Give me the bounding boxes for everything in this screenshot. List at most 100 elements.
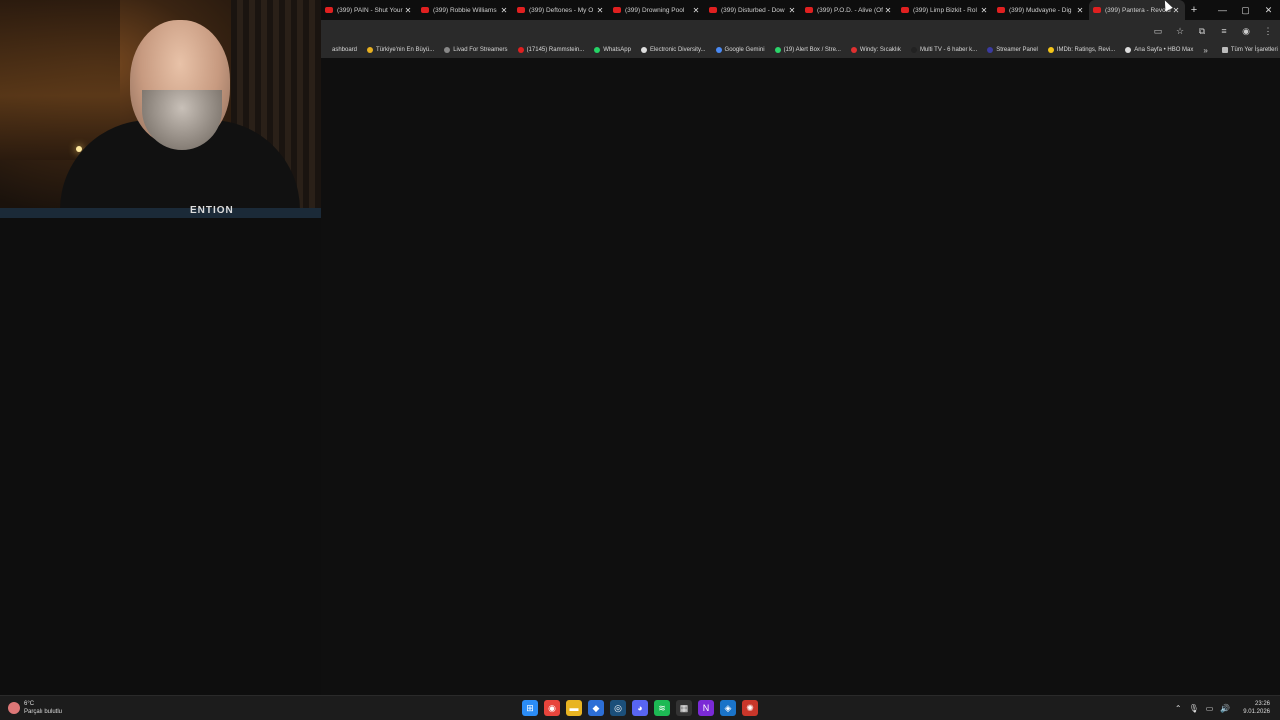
bookmark-label: Windy: Sıcaklık — [859, 47, 901, 53]
bookmark-favicon-icon — [517, 47, 524, 53]
calculator-icon[interactable]: ▦ — [676, 700, 692, 716]
bookmark-favicon-icon — [910, 47, 917, 53]
bookmark-favicon-icon — [640, 47, 647, 53]
youtube-favicon-icon — [901, 7, 909, 13]
tab-title: (399) Limp Bizkit - Rol — [913, 6, 977, 14]
bookmark-item[interactable]: Türkiye'nin En Büyü... — [367, 47, 434, 53]
screen: ENTION (399) PAIN - Shut Your ✕ (399) Robb… — [0, 0, 1280, 720]
clock-time: 23:26 — [1254, 701, 1270, 707]
youtube-favicon-icon — [613, 7, 621, 13]
folder-icon — [1221, 47, 1228, 53]
browser-tab[interactable]: (399) Deftones - My O ✕ — [513, 0, 609, 20]
weather-widget[interactable]: 6°C Parçalı bulutlu — [8, 700, 62, 716]
close-window-button[interactable]: ✕ — [1257, 5, 1280, 16]
tab-title: (399) Robbie Williams — [433, 6, 497, 14]
tab-close-icon[interactable]: ✕ — [787, 6, 797, 15]
bookmark-label: Livad For Streamers — [453, 47, 508, 53]
app-blue-icon[interactable]: ◆ — [588, 700, 604, 716]
tab-title: (399) Pantera - Revolu — [1105, 6, 1171, 14]
chrome-icon[interactable]: ◉ — [544, 700, 560, 716]
app-cyan-icon[interactable]: ◈ — [720, 700, 736, 716]
profile-icon[interactable]: ◉ — [1240, 26, 1252, 37]
page-content[interactable] — [321, 58, 1280, 695]
bookmark-favicon-icon — [323, 47, 329, 53]
bookmark-label: ashboard — [332, 47, 358, 53]
windows-start-icon[interactable]: ⊞ — [522, 700, 538, 716]
browser-tab[interactable]: (399) PAIN - Shut Your ✕ — [321, 0, 417, 20]
tab-close-icon[interactable]: ✕ — [691, 6, 701, 15]
taskbar: 6°C Parçalı bulutlu ⊞ ◉ ▬ ◆ ◎ ◕ ≋ ▦ N ◈ ✺ ⌃ 🎙 ▭ 🔊 … — [0, 695, 1280, 720]
star-icon[interactable]: ☆ — [1174, 26, 1186, 37]
taskbar-apps: ⊞ ◉ ▬ ◆ ◎ ◕ ≋ ▦ N ◈ ✺ — [522, 700, 758, 716]
bookmark-favicon-icon — [715, 47, 722, 53]
bookmark-label: (17145) Rammstein... — [526, 47, 585, 53]
bookmark-item[interactable]: Ana Sayfa • HBO Max — [1125, 47, 1193, 53]
bookmark-favicon-icon — [774, 47, 781, 53]
all-bookmarks-button[interactable]: Tüm Yer İşaretleri — [1221, 47, 1278, 53]
youtube-favicon-icon — [805, 7, 813, 13]
bookmark-item[interactable]: IMDb: Ratings, Revi... — [1047, 47, 1115, 53]
bookmark-item[interactable]: WhatsApp — [594, 47, 631, 53]
maximize-button[interactable]: ▢ — [1234, 5, 1257, 16]
bookmark-item[interactable]: Livad For Streamers — [444, 47, 508, 53]
bookmark-item[interactable]: ashboard — [323, 47, 357, 53]
bookmark-favicon-icon — [444, 47, 451, 53]
window-controls: — ▢ ✕ — [1211, 0, 1280, 20]
clock-date: 9.01.2026 — [1243, 709, 1270, 715]
next-app-icon[interactable]: N — [698, 700, 714, 716]
browser-tab[interactable]: (399) Mudvayne - Dig ✕ — [993, 0, 1089, 20]
tab-close-icon[interactable]: ✕ — [499, 6, 509, 15]
extensions-icon[interactable]: ⧉ — [1196, 26, 1208, 37]
tab-title: (399) P.O.D. - Alive (Of — [817, 6, 883, 14]
bookmark-label: Google Gemini — [724, 47, 765, 53]
tab-close-icon[interactable]: ✕ — [1075, 6, 1085, 15]
bookmark-label: Electronic Diversity... — [649, 47, 706, 53]
bookmark-item[interactable]: (19) Alert Box / Stre... — [774, 47, 841, 53]
bookmarks-overflow-icon[interactable]: » — [1203, 46, 1207, 55]
youtube-favicon-icon — [325, 7, 333, 13]
clock[interactable]: 23:26 9.01.2026 — [1243, 700, 1270, 716]
bookmark-label: WhatsApp — [603, 47, 631, 53]
bookmark-favicon-icon — [1125, 47, 1132, 53]
tab-close-icon[interactable]: ✕ — [883, 6, 893, 15]
new-tab-button[interactable]: + — [1185, 4, 1203, 16]
spotify-icon[interactable]: ≋ — [654, 700, 670, 716]
bookmark-item[interactable]: (17145) Rammstein... — [517, 47, 585, 53]
bookmark-label: (19) Alert Box / Stre... — [783, 47, 841, 53]
bookmark-item[interactable]: Streamer Panel — [987, 47, 1038, 53]
tab-close-icon[interactable]: ✕ — [595, 6, 605, 15]
microphone-icon[interactable]: 🎙 — [1189, 704, 1199, 713]
bookmark-favicon-icon — [987, 47, 994, 53]
discord-icon[interactable]: ◕ — [632, 700, 648, 716]
desk — [0, 208, 321, 218]
bookmark-item[interactable]: Multi TV - 6 haber k... — [910, 47, 977, 53]
tray-chevron-icon[interactable]: ⌃ — [1175, 704, 1182, 713]
cast-icon[interactable]: ▭ — [1152, 26, 1164, 37]
tab-strip: (399) PAIN - Shut Your ✕ (399) Robbie Will… — [321, 0, 1280, 20]
steam-icon[interactable]: ◎ — [610, 700, 626, 716]
browser-tab[interactable]: (399) Limp Bizkit - Rol ✕ — [897, 0, 993, 20]
youtube-favicon-icon — [709, 7, 717, 13]
bookmark-favicon-icon — [1047, 47, 1054, 53]
tab-close-icon[interactable]: ✕ — [403, 6, 413, 15]
media-icon[interactable]: ≡ — [1218, 26, 1230, 36]
app-red-icon[interactable]: ✺ — [742, 700, 758, 716]
tab-close-icon[interactable]: ✕ — [979, 6, 989, 15]
minimize-button[interactable]: — — [1211, 5, 1234, 15]
bookmark-item[interactable]: Windy: Sıcaklık — [850, 47, 901, 53]
browser-tab[interactable]: (399) Disturbed - Dow ✕ — [705, 0, 801, 20]
browser-tab[interactable]: (399) Drowning Pool ✕ — [609, 0, 705, 20]
browser-tab[interactable]: (399) P.O.D. - Alive (Of ✕ — [801, 0, 897, 20]
bookmark-item[interactable]: Electronic Diversity... — [640, 47, 706, 53]
network-icon[interactable]: ▭ — [1206, 704, 1214, 713]
menu-icon[interactable]: ⋮ — [1262, 26, 1274, 37]
volume-icon[interactable]: 🔊 — [1220, 704, 1230, 713]
weather-icon — [8, 702, 20, 714]
bookmark-label: Ana Sayfa • HBO Max — [1134, 47, 1194, 53]
file-explorer-icon[interactable]: ▬ — [566, 700, 582, 716]
shirt-text: ENTION — [190, 205, 234, 216]
bookmark-item[interactable]: Google Gemini — [715, 47, 765, 53]
browser-tab[interactable]: (399) Robbie Williams ✕ — [417, 0, 513, 20]
bookmarks-bar: ashboard Türkiye'nin En Büyü... Livad For … — [321, 42, 1280, 58]
weather-temp: 6°C — [24, 701, 35, 707]
